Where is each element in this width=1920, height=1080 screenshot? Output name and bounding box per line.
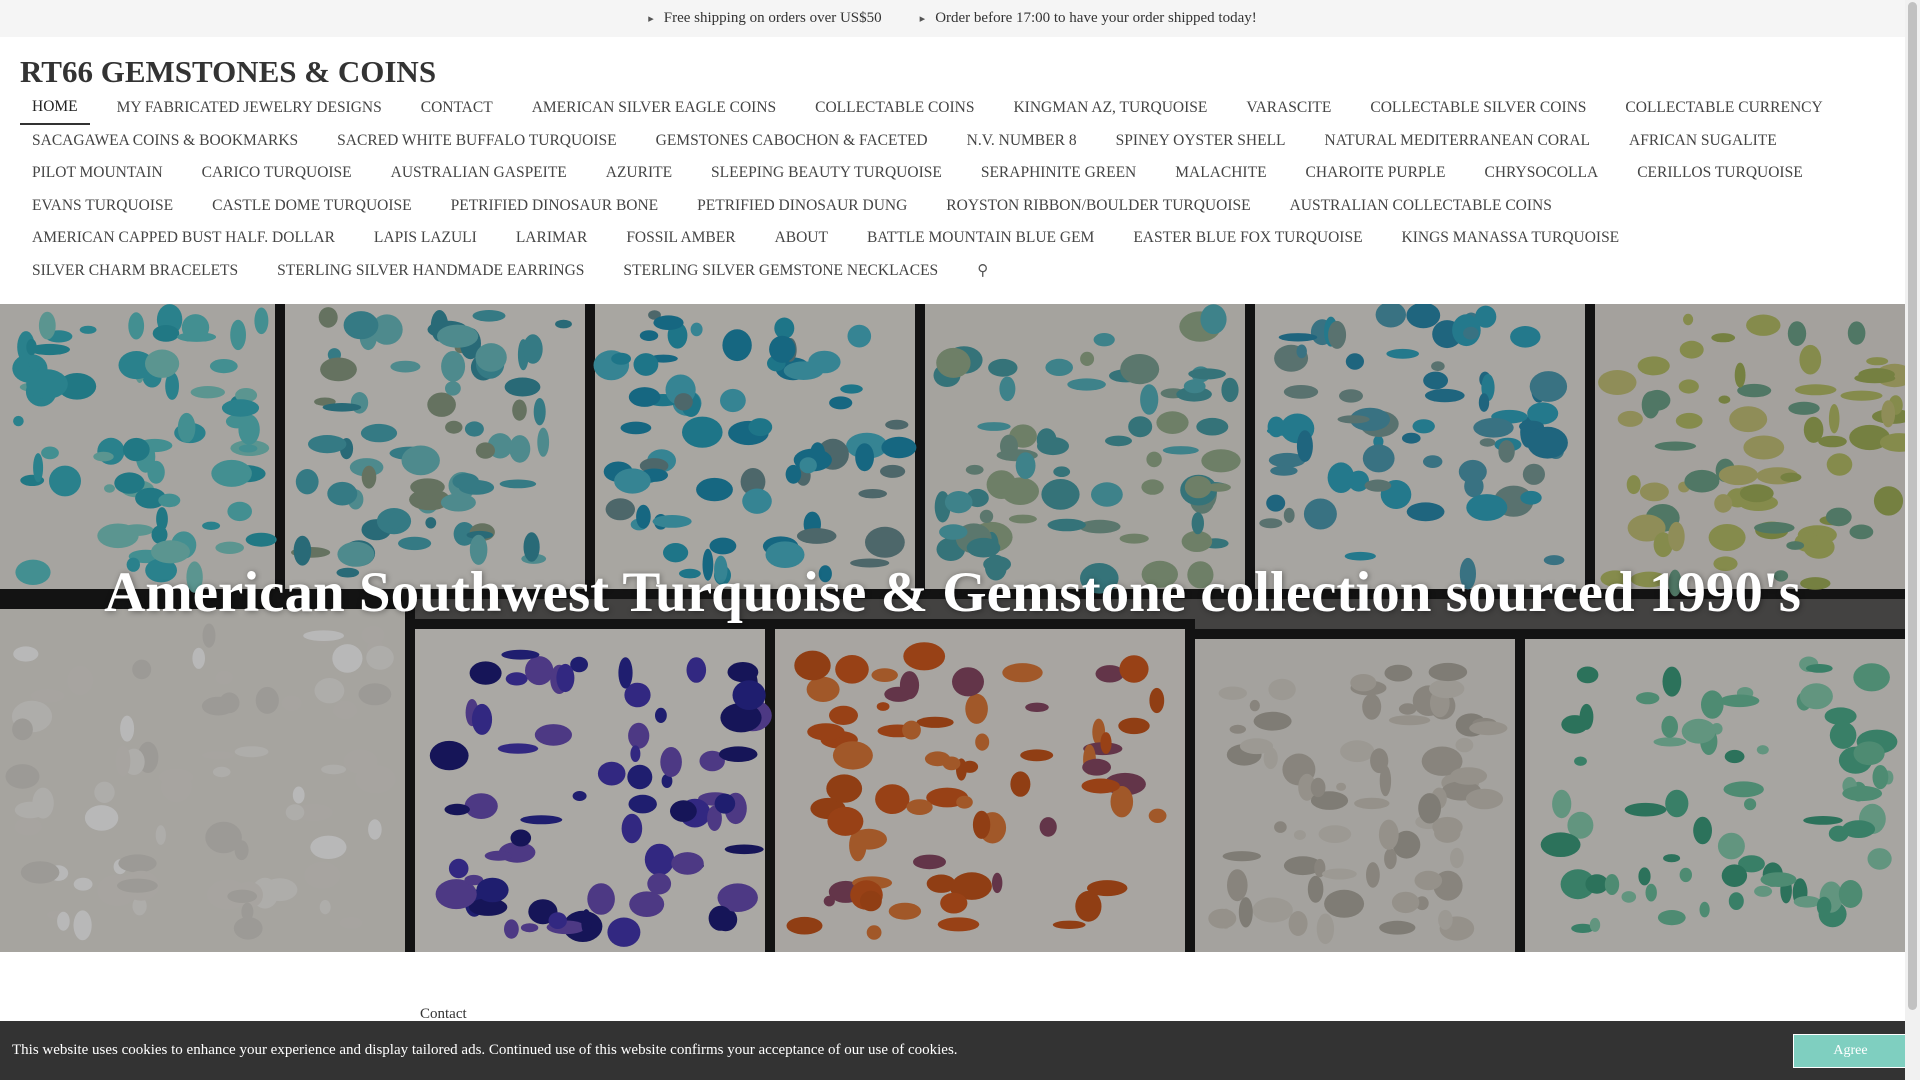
nav-item-collectable-currency[interactable]: COLLECTABLE CURRENCY — [1613, 92, 1834, 125]
nav-item-american-capped-bust-half-dollar[interactable]: AMERICAN CAPPED BUST HALF. DOLLAR — [20, 222, 347, 255]
nav-item-easter-blue-fox-turquoise[interactable]: EASTER BLUE FOX TURQUOISE — [1121, 222, 1374, 255]
nav-item-home[interactable]: HOME — [20, 92, 90, 125]
nav-item-contact[interactable]: CONTACT — [409, 92, 505, 125]
nav-item-sacred-white-buffalo-turquoise[interactable]: SACRED WHITE BUFFALO TURQUOISE — [325, 125, 628, 158]
nav-item-battle-mountain-blue-gem[interactable]: BATTLE MOUNTAIN BLUE GEM — [855, 222, 1106, 255]
cookie-message: This website uses cookies to enhance you… — [12, 1042, 958, 1058]
nav-item-carico-turquoise[interactable]: CARICO TURQUOISE — [190, 157, 364, 190]
nav-item-about[interactable]: ABOUT — [763, 222, 840, 255]
topbar: ▸ Free shipping on orders over US$50 ▸ O… — [0, 0, 1905, 37]
nav-item-australian-collectable-coins[interactable]: AUSTRALIAN COLLECTABLE COINS — [1278, 190, 1564, 223]
nav-item-kings-manassa-turquoise[interactable]: KINGS MANASSA TURQUOISE — [1390, 222, 1632, 255]
nav-item-collectable-coins[interactable]: COLLECTABLE COINS — [803, 92, 986, 125]
nav-item-natural-mediterranean-coral[interactable]: NATURAL MEDITERRANEAN CORAL — [1313, 125, 1603, 158]
nav-item-chrysocolla[interactable]: CHRYSOCOLLA — [1473, 157, 1611, 190]
nav-item-african-sugalite[interactable]: AFRICAN SUGALITE — [1617, 125, 1789, 158]
clock-icon: ▸ — [919, 13, 926, 25]
truck-icon: ▸ — [648, 13, 654, 25]
page-scrollbar[interactable] — [1905, 0, 1920, 1080]
order-deadline-text: Order before 17:00 to have your order sh… — [935, 10, 1257, 26]
hero-banner: American Southwest Turquoise & Gemstone … — [0, 304, 1905, 952]
nav-item-spiney-oyster-shell[interactable]: SPINEY OYSTER SHELL — [1104, 125, 1298, 158]
search-icon[interactable]: ⚲ — [965, 255, 1000, 288]
shipping-notice: ▸ Free shipping on orders over US$50 — [648, 10, 881, 27]
nav-item-american-silver-eagle-coins[interactable]: AMERICAN SILVER EAGLE COINS — [520, 92, 788, 125]
nav-item-castle-dome-turquoise[interactable]: CASTLE DOME TURQUOISE — [200, 190, 424, 223]
agree-button[interactable]: Agree — [1793, 1033, 1908, 1068]
order-deadline-notice: ▸ Order before 17:00 to have your order … — [920, 10, 1257, 27]
nav-item-cerillos-turquoise[interactable]: CERILLOS TURQUOISE — [1625, 157, 1814, 190]
nav-item-varascite[interactable]: VARASCITE — [1234, 92, 1343, 125]
cookie-banner: This website uses cookies to enhance you… — [0, 1021, 1920, 1080]
nav-item-petrified-dinosaur-dung[interactable]: PETRIFIED DINOSAUR DUNG — [685, 190, 919, 223]
nav-item-sterling-silver-handmade-earrings[interactable]: STERLING SILVER HANDMADE EARRINGS — [265, 255, 596, 288]
nav-item-fossil-amber[interactable]: FOSSIL AMBER — [614, 222, 747, 255]
nav-item-kingman-az-turquoise[interactable]: KINGMAN AZ, TURQUOISE — [1001, 92, 1219, 125]
site-header: RT66 GEMSTONES & COINS HOME MY FABRICATED… — [0, 37, 1905, 304]
site-title[interactable]: RT66 GEMSTONES & COINS — [20, 54, 436, 90]
nav-item-collectable-silver-coins[interactable]: COLLECTABLE SILVER COINS — [1358, 92, 1598, 125]
nav-item-sterling-silver-gemstone-necklaces[interactable]: STERLING SILVER GEMSTONE NECKLACES — [611, 255, 950, 288]
nav-item-silver-charm-bracelets[interactable]: SILVER CHARM BRACELETS — [20, 255, 250, 288]
nav-item-australian-gaspeite[interactable]: AUSTRALIAN GASPEITE — [379, 157, 579, 190]
nav-item-n-v-number-8[interactable]: N.V. NUMBER 8 — [955, 125, 1089, 158]
nav-item-pilot-mountain[interactable]: PILOT MOUNTAIN — [20, 157, 175, 190]
nav-item-gemstones-cabochon-faceted[interactable]: GEMSTONES CABOCHON & FACETED — [644, 125, 940, 158]
nav-item-petrified-dinosaur-bone[interactable]: PETRIFIED DINOSAUR BONE — [439, 190, 671, 223]
nav-item-sacagawea-coins-bookmarks[interactable]: SACAGAWEA COINS & BOOKMARKS — [20, 125, 310, 158]
nav-item-charoite-purple[interactable]: CHAROITE PURPLE — [1294, 157, 1458, 190]
nav-item-lapis-lazuli[interactable]: LAPIS LAZULI — [362, 222, 489, 255]
nav-item-my-fabricated-jewelry-designs[interactable]: MY FABRICATED JEWELRY DESIGNS — [105, 92, 394, 125]
nav-item-malachite[interactable]: MALACHITE — [1163, 157, 1278, 190]
nav-item-sleeping-beauty-turquoise[interactable]: SLEEPING BEAUTY TURQUOISE — [699, 157, 954, 190]
main-nav: HOME MY FABRICATED JEWELRY DESIGNS CONTACT… — [20, 92, 1890, 288]
nav-item-seraphinite-green[interactable]: SERAPHINITE GREEN — [969, 157, 1148, 190]
shipping-text: Free shipping on orders over US$50 — [663, 10, 882, 26]
nav-item-azurite[interactable]: AZURITE — [594, 157, 684, 190]
nav-item-royston-ribbon-boulder-turquoise[interactable]: ROYSTON RIBBON/BOULDER TURQUOISE — [934, 190, 1262, 223]
hero-title: American Southwest Turquoise & Gemstone … — [104, 561, 1801, 624]
scrollbar-thumb[interactable] — [1908, 2, 1917, 1010]
nav-item-larimar[interactable]: LARIMAR — [504, 222, 599, 255]
nav-item-evans-turquoise[interactable]: EVANS TURQUOISE — [20, 190, 185, 223]
